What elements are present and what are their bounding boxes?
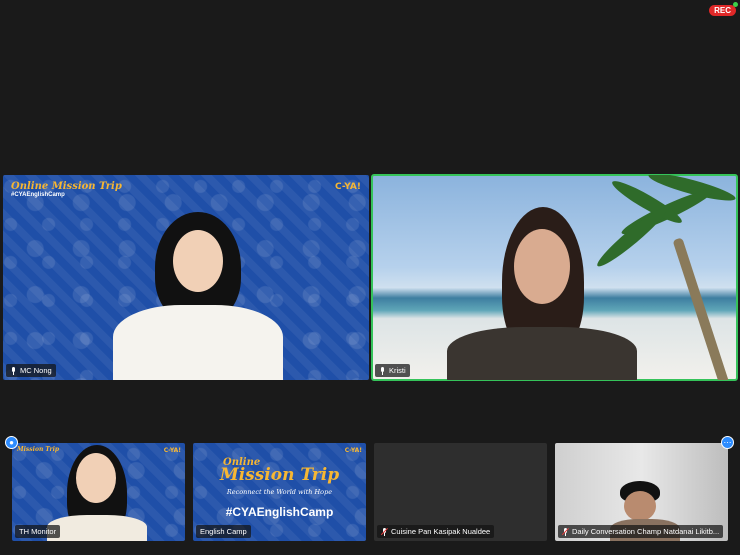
participant-name-tag: Daily Conversation Champ Natdanai Likitb…	[558, 525, 724, 538]
more-icon[interactable]: ⋯	[721, 436, 734, 449]
participant-name: English Camp	[200, 527, 247, 536]
participant-name-tag: Kristi	[375, 364, 410, 377]
mission-subtitle: Reconnect the World with Hope	[226, 488, 333, 496]
participant-name: TH Monitor	[19, 527, 57, 536]
video-tile-th-monitor[interactable]: Mission Trip C-YA! TH Monitor	[12, 443, 185, 541]
video-tile-cuisine-pan[interactable]: Cuisine Pan Kasipak Nualdee	[374, 443, 547, 541]
person-pin-icon[interactable]: ●	[5, 436, 18, 449]
brand-logo: Online Mission Trip #CYAEnglishCamp	[11, 181, 122, 198]
participant-name-tag: MC Nong	[6, 364, 56, 377]
muted-microphone-icon	[561, 527, 570, 536]
participant-video	[442, 207, 642, 380]
participant-video	[103, 210, 293, 380]
participant-name: MC Nong	[20, 366, 52, 375]
microphone-icon	[10, 366, 17, 375]
cya-logo: C-YA!	[163, 447, 181, 454]
palm-tree	[672, 237, 732, 380]
mission-hashtag: #CYAEnglishCamp	[225, 505, 334, 519]
participant-name-tag: English Camp	[196, 525, 251, 538]
cya-logo: C-YA!	[335, 182, 361, 192]
video-tile-english-camp[interactable]: C-YA! Online Mission Trip Reconnect the …	[193, 443, 366, 541]
participant-name: Kristi	[389, 366, 406, 375]
video-tile-daily-conversation[interactable]: Daily Conversation Champ Natdanai Likitb…	[555, 443, 728, 541]
cya-logo: C-YA!	[344, 447, 362, 454]
participant-name: Cuisine Pan Kasipak Nualdee	[391, 527, 491, 536]
video-tile-mc-nong[interactable]: Online Mission Trip #CYAEnglishCamp C-YA…	[3, 175, 369, 380]
muted-microphone-icon	[380, 527, 389, 536]
video-tile-kristi[interactable]: Kristi	[371, 174, 738, 381]
recording-status-dot	[733, 2, 738, 7]
recording-badge: REC	[709, 5, 736, 16]
mission-title: Mission Trip	[219, 465, 340, 485]
microphone-icon	[379, 366, 386, 375]
participant-name-tag: Cuisine Pan Kasipak Nualdee	[377, 525, 495, 538]
participant-name-tag: TH Monitor	[15, 525, 61, 538]
participant-name: Daily Conversation Champ Natdanai Likitb…	[572, 527, 720, 536]
